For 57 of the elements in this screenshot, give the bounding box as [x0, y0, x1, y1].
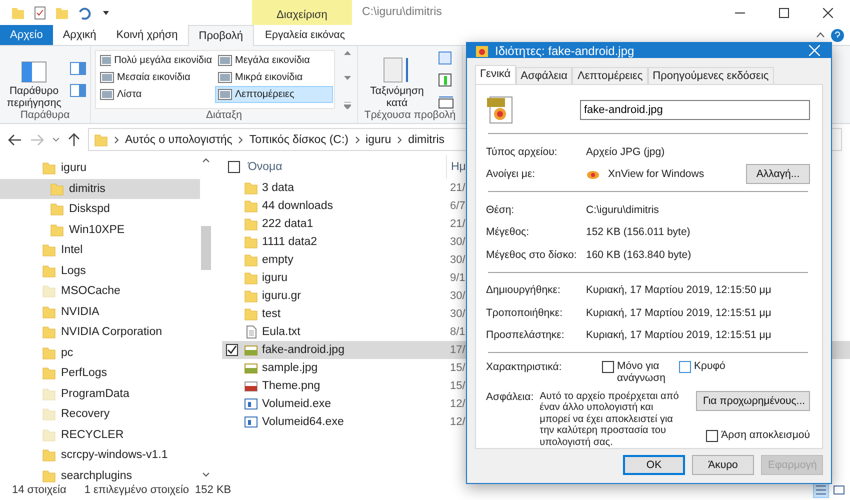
date-cell-text: 9/1 — [449, 272, 466, 284]
date-cell-text: 12/ — [449, 416, 466, 428]
date-cell-text: 30/ — [449, 308, 466, 320]
property-value: XnView for Windows — [608, 168, 704, 180]
property-label: Μέγεθος στο δίσκο: — [486, 248, 578, 261]
file-name: Volumeid.exe — [262, 398, 332, 410]
selection-count: 1 επιλεγμένο στοιχείο — [84, 484, 190, 496]
date-cell-text: 30/ — [449, 290, 466, 302]
property-label: Ανοίγει με: — [486, 168, 536, 180]
property-label: Προσπελάστηκε: — [486, 329, 566, 342]
property-value: Κυριακή, 17 Μαρτίου 2019, 12:15:50 μμ — [586, 284, 772, 296]
property-value: 160 KB (163.840 byte) — [586, 248, 692, 261]
group-label: Τρέχουσα προβολή — [363, 109, 457, 121]
date-cell-text: 21/ — [449, 182, 466, 194]
date-cell-text: 12/ — [449, 398, 466, 410]
checkbox-label: Άρση αποκλεισμού — [721, 430, 810, 442]
dialog-title: Ιδιότητες: fake-android.jpg — [495, 44, 634, 58]
file-name: Theme.png — [262, 380, 320, 392]
file-name: fake-android.jpg — [262, 344, 344, 356]
window-title: C:\iguru\dimitris — [361, 5, 443, 20]
file-name: Volumeid64.exe — [262, 416, 344, 428]
date-cell-text: 17/ — [449, 344, 466, 356]
file-name: iguru — [262, 272, 288, 284]
security-note: Αυτό το αρχείο προέρχεται από έναν άλλο υπολογιστή και μπορεί να έχει αποκλειστεί για την καλύτερη προστασία του υπολογιστή σας. — [540, 390, 680, 448]
date-cell-text: 8/1 — [449, 326, 466, 338]
property-value: Κυριακή, 17 Μαρτίου 2019, 12:15:51 μμ — [586, 329, 772, 342]
property-label: Μέγεθος: — [486, 226, 530, 238]
date-cell-text: 6/7 — [449, 200, 466, 212]
date-cell-text: 21/ — [449, 218, 466, 230]
checkbox-label: Κρυφό — [694, 361, 726, 373]
file-name: iguru.gr — [262, 290, 301, 302]
property-label: Χαρακτηριστικά: — [486, 361, 563, 374]
date-cell-text: 30/ — [449, 254, 466, 266]
file-name: 3 data — [262, 182, 294, 194]
date-cell-text: 15/ — [449, 380, 466, 392]
file-name: 1111 data2 — [262, 236, 317, 248]
item-count: 14 στοιχεία — [12, 484, 66, 496]
checkbox-label: Μόνο για ανάγνωση — [617, 361, 666, 384]
file-name: 222 data1 — [262, 218, 314, 230]
date-cell-text: 30/ — [449, 236, 466, 248]
group-label: Διάταξη — [204, 109, 244, 121]
property-value: 152 KB (156.011 byte) — [586, 226, 690, 238]
property-label: Δημιουργήθηκε: — [486, 284, 562, 296]
file-name: Eula.txt — [262, 326, 300, 338]
file-name: sample.jpg — [262, 362, 318, 374]
group-label: Παράθυρα — [19, 109, 71, 121]
property-label: Θέση: — [486, 204, 516, 216]
property-label: Ασφάλεια: — [486, 390, 534, 404]
property-value: C:\iguru\dimitris — [586, 204, 659, 216]
selection-size: 152 KB — [195, 484, 232, 496]
file-name: 44 downloads — [262, 200, 333, 212]
property-value: Κυριακή, 17 Μαρτίου 2019, 12:15:51 μμ — [586, 306, 772, 319]
date-cell-text: 15/ — [449, 362, 466, 374]
context-tab-header: Διαχείριση — [252, 0, 352, 25]
file-name: empty — [262, 254, 294, 266]
file-name: test — [262, 308, 281, 320]
property-label: Τροποποιήθηκε: — [486, 306, 564, 319]
